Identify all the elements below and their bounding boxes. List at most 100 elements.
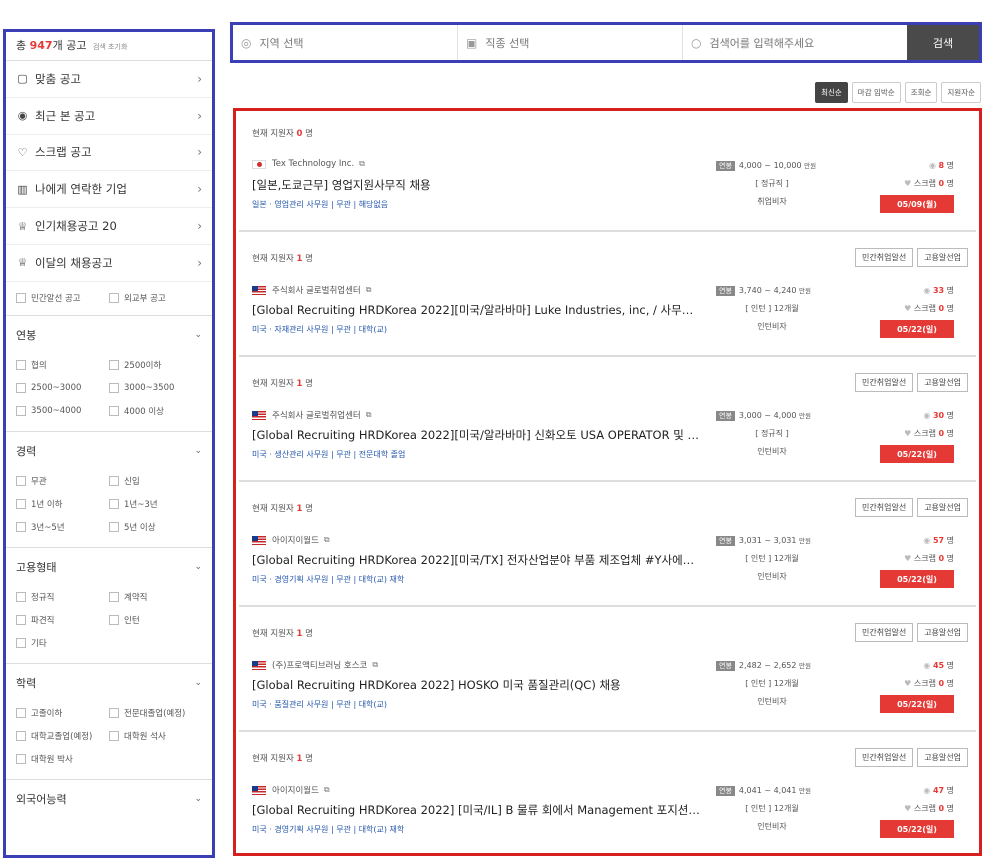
job-title[interactable]: [Global Recruiting HRDKorea 2022] HOSKO … (252, 677, 702, 693)
company-name[interactable]: 주식회사 글로벌취업센터 ⧉ (252, 409, 371, 421)
sort-button[interactable]: 마감 임박순 (851, 82, 901, 103)
checkbox-box[interactable] (16, 638, 26, 649)
sidebar-menu-item[interactable]: ♕ 인기채용공고 20 › (6, 208, 212, 245)
checkbox-box[interactable] (109, 522, 119, 533)
copy-icon[interactable]: ⧉ (359, 159, 365, 169)
company-name[interactable]: 아이지이월드 ⧉ (252, 534, 330, 546)
checkbox-box[interactable] (16, 360, 26, 371)
checkbox-box[interactable] (16, 731, 26, 742)
region-select[interactable]: ◎ 지역 선택 (233, 25, 458, 60)
filter-checkbox[interactable]: 무관 (16, 470, 109, 493)
scrap-count[interactable]: ♥ 스크랩 0 명 (904, 428, 954, 439)
filter-checkbox[interactable]: 협의 (16, 354, 109, 377)
filter-checkbox[interactable]: 3년~5년 (16, 516, 109, 539)
sort-button[interactable]: 최신순 (815, 82, 848, 103)
checkbox-box[interactable] (16, 499, 26, 510)
job-card[interactable]: 현재 지원자 1 명 민간취업알선 고용알선업 주식회사 글로벌취업센터 ⧉ [Globa… (239, 236, 976, 357)
checkbox-box[interactable] (16, 592, 26, 603)
filter-section-header[interactable]: 경력 ⌄ (6, 432, 212, 470)
reset-filters-link[interactable]: 검색 초기화 (93, 43, 127, 51)
filter-checkbox[interactable]: 계약직 (109, 586, 202, 609)
company-name[interactable]: (주)프로액티브러닝 호스코 ⧉ (252, 659, 378, 671)
job-card[interactable]: 현재 지원자 1 명 민간취업알선 고용알선업 아이지이월드 ⧉ [Global Recr… (239, 736, 976, 853)
filter-section-header[interactable]: 외국어능력 ⌄ (6, 780, 212, 818)
sort-button[interactable]: 지원자순 (941, 82, 981, 103)
job-title[interactable]: [Global Recruiting HRDKorea 2022][미국/알라바… (252, 427, 702, 443)
copy-icon[interactable]: ⧉ (366, 285, 372, 295)
sidebar-menu-item[interactable]: ◉ 최근 본 공고 › (6, 98, 212, 135)
filter-checkbox[interactable]: 3000~3500 (109, 377, 202, 400)
checkbox-box[interactable] (16, 406, 26, 417)
checkbox-box[interactable] (109, 731, 119, 742)
checkbox-box[interactable] (109, 708, 119, 719)
filter-checkbox[interactable]: 대학원 박사 (16, 748, 109, 771)
job-title[interactable]: [일본,도쿄근무] 영업지원사무직 채용 (252, 177, 702, 193)
checkbox-box[interactable] (16, 522, 26, 533)
checkbox-box[interactable] (109, 499, 119, 510)
checkbox-box[interactable] (16, 383, 26, 394)
filter-checkbox[interactable]: 4000 이상 (109, 400, 202, 423)
copy-icon[interactable]: ⧉ (324, 785, 330, 795)
sort-button[interactable]: 조회순 (904, 82, 938, 103)
filter-checkbox[interactable]: 대학원 석사 (109, 725, 202, 748)
checkbox-box[interactable] (16, 754, 26, 765)
filter-checkbox[interactable]: 민간알선 공고 (16, 287, 109, 310)
job-title[interactable]: [Global Recruiting HRDKorea 2022] [미국/IL… (252, 802, 702, 818)
job-card[interactable]: 현재 지원자 1 명 민간취업알선 고용알선업 (주)프로액티브러닝 호스코 ⧉ [Glo… (239, 611, 976, 732)
company-name[interactable]: 주식회사 글로벌취업센터 ⧉ (252, 284, 371, 296)
filter-checkbox[interactable]: 전문대졸업(예정) (109, 702, 202, 725)
checkbox-box[interactable] (109, 615, 119, 626)
filter-checkbox[interactable]: 1년~3년 (109, 493, 202, 516)
filter-checkbox[interactable]: 2500이하 (109, 354, 202, 377)
copy-icon[interactable]: ⧉ (324, 535, 330, 545)
keyword-input[interactable]: ○ 검색어를 입력해주세요 (683, 25, 907, 60)
checkbox-box[interactable] (109, 476, 119, 487)
checkbox-box[interactable] (109, 293, 119, 304)
checkbox-box[interactable] (16, 708, 26, 719)
checkbox-box[interactable] (109, 360, 119, 371)
filter-checkbox[interactable]: 기타 (16, 632, 109, 655)
sidebar-menu-item[interactable]: ♡ 스크랩 공고 › (6, 135, 212, 172)
sidebar-menu-item[interactable]: ♕ 이달의 채용공고 › (6, 245, 212, 282)
checkbox-box[interactable] (109, 383, 119, 394)
sidebar-menu-item[interactable]: ▥ 나에게 연락한 기업 › (6, 171, 212, 209)
scrap-count[interactable]: ♥ 스크랩 0 명 (904, 178, 954, 189)
filter-section-header[interactable]: 학력 ⌄ (6, 664, 212, 702)
job-card[interactable]: 현재 지원자 1 명 민간취업알선 고용알선업 주식회사 글로벌취업센터 ⧉ [Globa… (239, 361, 976, 482)
copy-icon[interactable]: ⧉ (372, 660, 378, 670)
sidebar-menu-item[interactable]: ▢ 맞춤 공고 › (6, 61, 212, 98)
checkbox-box[interactable] (109, 592, 119, 603)
job-meta: 미국 · 품질관리 사무원 | 무관 | 대학(교) (252, 700, 388, 709)
filter-checkbox[interactable]: 2500~3000 (16, 377, 109, 400)
filter-checkbox[interactable]: 정규직 (16, 586, 109, 609)
filter-section-header[interactable]: 연봉 ⌄ (6, 316, 212, 354)
filter-checkbox[interactable]: 고졸이하 (16, 702, 109, 725)
search-button[interactable]: 검색 (907, 25, 979, 60)
company-name[interactable]: 아이지이월드 ⧉ (252, 784, 330, 796)
filter-checkbox[interactable]: 3500~4000 (16, 400, 109, 423)
applicant-suffix: 명 (302, 754, 313, 764)
job-title[interactable]: [Global Recruiting HRDKorea 2022][미국/TX]… (252, 552, 702, 568)
filter-checkbox[interactable]: 1년 이하 (16, 493, 109, 516)
checkbox-box[interactable] (16, 293, 26, 304)
job-card[interactable]: 현재 지원자 0 명 Tex Technology Inc. ⧉ [일본,도쿄근무] … (239, 111, 976, 232)
checkbox-box[interactable] (16, 476, 26, 487)
job-title[interactable]: [Global Recruiting HRDKorea 2022][미국/알라바… (252, 302, 702, 318)
scrap-count[interactable]: ♥ 스크랩 0 명 (904, 803, 954, 814)
filter-checkbox[interactable]: 대학교졸업(예정) (16, 725, 109, 748)
scrap-count[interactable]: ♥ 스크랩 0 명 (904, 553, 954, 564)
job-card[interactable]: 현재 지원자 1 명 민간취업알선 고용알선업 아이지이월드 ⧉ [Global Recr… (239, 486, 976, 607)
copy-icon[interactable]: ⧉ (366, 410, 372, 420)
filter-section-header[interactable]: 고용형태 ⌄ (6, 548, 212, 586)
scrap-count[interactable]: ♥ 스크랩 0 명 (904, 678, 954, 689)
job-category-select[interactable]: ▣ 직종 선택 (458, 25, 683, 60)
filter-checkbox[interactable]: 5년 이상 (109, 516, 202, 539)
filter-checkbox[interactable]: 인턴 (109, 609, 202, 632)
checkbox-box[interactable] (109, 406, 119, 417)
filter-checkbox[interactable]: 외교부 공고 (109, 287, 202, 310)
filter-checkbox[interactable]: 신입 (109, 470, 202, 493)
filter-checkbox[interactable]: 파견직 (16, 609, 109, 632)
scrap-count[interactable]: ♥ 스크랩 0 명 (904, 303, 954, 314)
checkbox-box[interactable] (16, 615, 26, 626)
company-name[interactable]: Tex Technology Inc. ⧉ (252, 159, 365, 169)
